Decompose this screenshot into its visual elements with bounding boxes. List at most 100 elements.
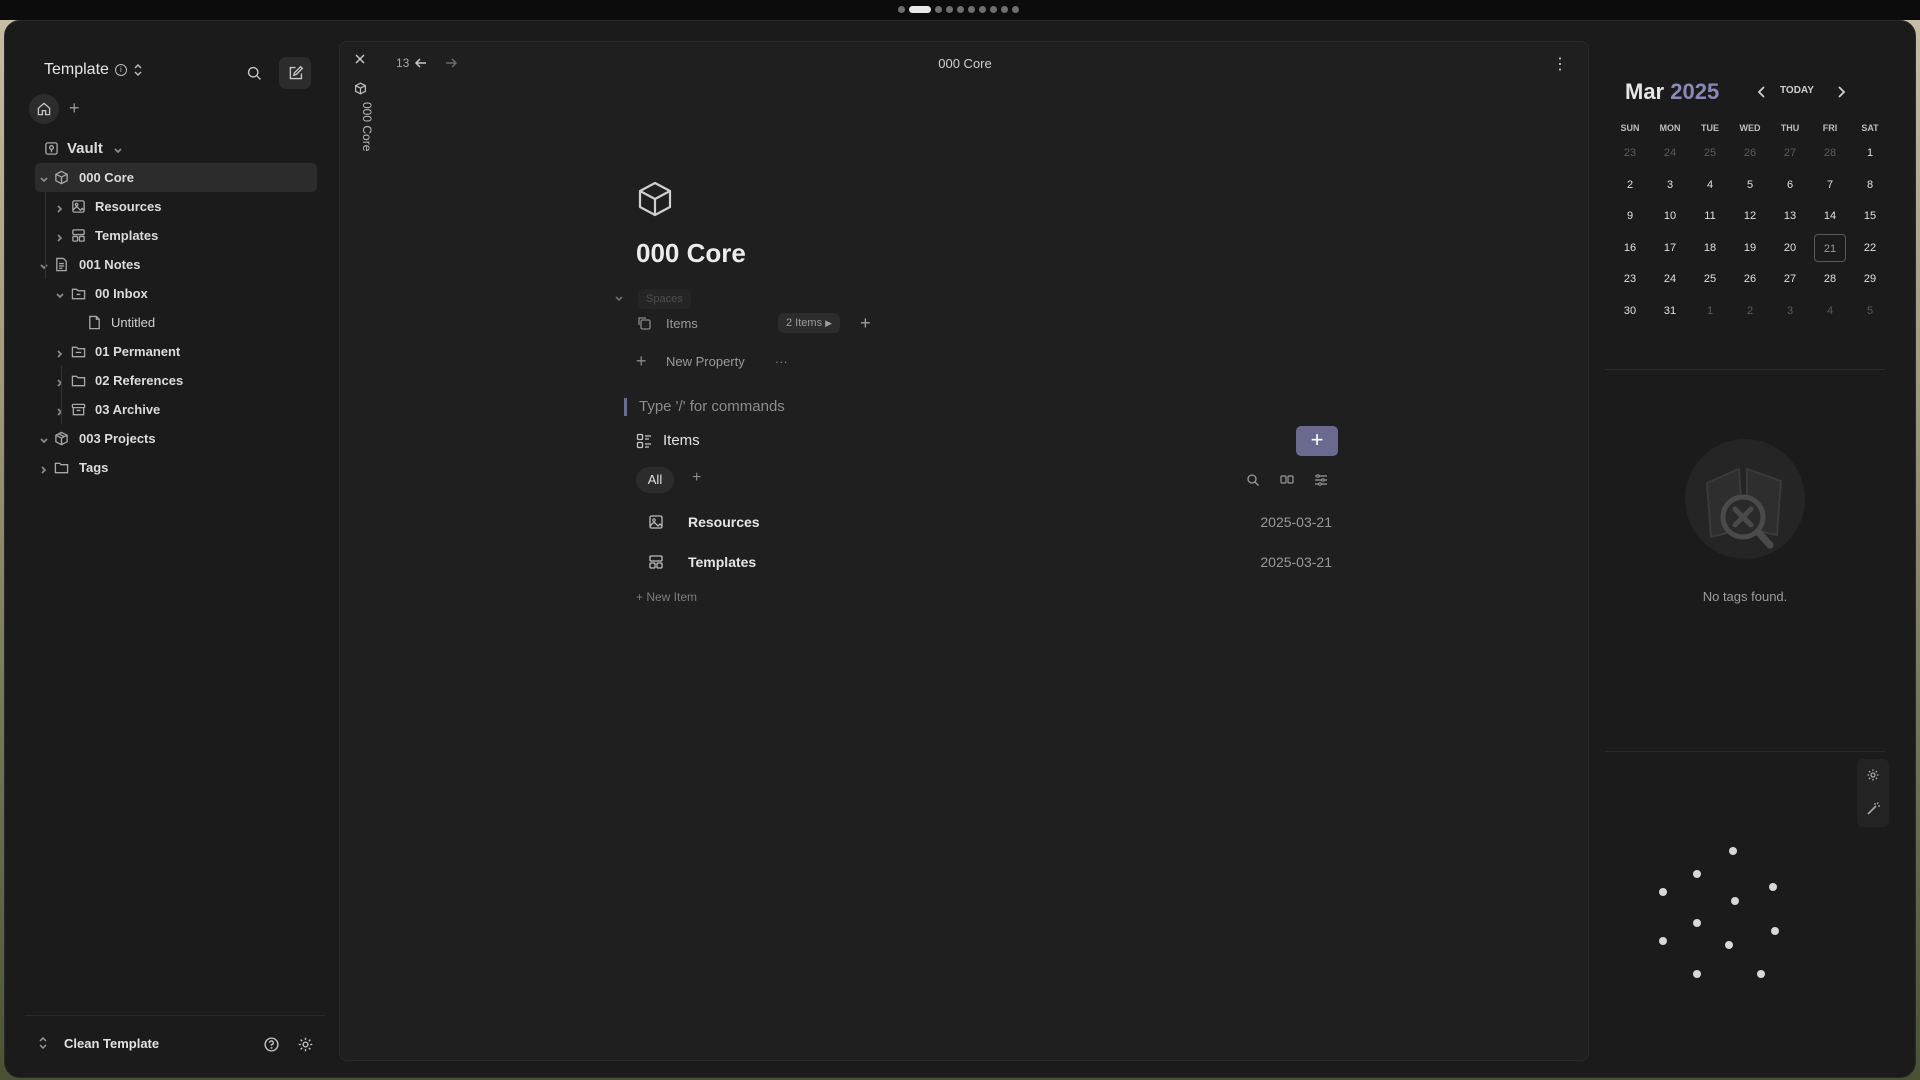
- chevron-updown-icon[interactable]: [38, 1036, 48, 1050]
- more-options-icon[interactable]: ⋮: [1552, 54, 1568, 74]
- chevron-right-icon[interactable]: [55, 347, 65, 358]
- item-name: Resources: [688, 514, 760, 530]
- command-input[interactable]: Type '/' for commands: [624, 398, 785, 416]
- graph-node[interactable]: [1659, 888, 1667, 896]
- item-name: Templates: [688, 554, 757, 570]
- play-icon: ▶: [825, 318, 833, 328]
- space-dot[interactable]: [946, 6, 953, 13]
- chevron-right-icon[interactable]: [39, 463, 49, 474]
- file-icon: [87, 315, 102, 330]
- archive-icon: [71, 402, 86, 417]
- sliders-icon[interactable]: [1314, 473, 1328, 487]
- vertical-tab-title[interactable]: 000 Core: [360, 102, 374, 151]
- graph-node[interactable]: [1769, 883, 1777, 891]
- tree-item-resources[interactable]: Resources: [35, 192, 317, 221]
- space-dot[interactable]: [1001, 6, 1008, 13]
- graph-node[interactable]: [1693, 970, 1701, 978]
- items-property-value[interactable]: 2 Items ▶: [778, 313, 841, 333]
- add-property-value-button[interactable]: +: [860, 313, 871, 334]
- chevron-right-icon[interactable]: [55, 376, 65, 387]
- cube-icon: [54, 170, 69, 185]
- tree-item-label: 003 Projects: [79, 431, 156, 446]
- page-title[interactable]: 000 Core: [636, 238, 746, 269]
- tree-item-02-references[interactable]: 02 References: [35, 366, 317, 395]
- tree-item-tags[interactable]: Tags: [35, 453, 317, 482]
- graph-node[interactable]: [1693, 870, 1701, 878]
- search-icon[interactable]: [1246, 473, 1260, 487]
- system-top-bar: [0, 0, 1920, 20]
- space-dot[interactable]: [979, 6, 986, 13]
- spaces-label[interactable]: Spaces: [638, 289, 691, 309]
- tree-item-003-projects[interactable]: 003 Projects: [35, 424, 317, 453]
- tree-item-label: 000 Core: [79, 170, 134, 185]
- space-dot[interactable]: [990, 6, 997, 13]
- copy-icon: [638, 317, 651, 330]
- settings-button[interactable]: [289, 1028, 321, 1060]
- item-date: 2025-03-21: [1260, 554, 1332, 570]
- ellipsis-icon[interactable]: ···: [775, 354, 788, 369]
- graph-node[interactable]: [1757, 970, 1765, 978]
- item-row-resources[interactable]: Resources 2025-03-21: [636, 502, 1332, 542]
- view-icon[interactable]: [1280, 473, 1294, 487]
- space-dot[interactable]: [968, 6, 975, 13]
- chevron-right-icon[interactable]: [55, 202, 65, 213]
- chevron-down-icon[interactable]: [614, 294, 624, 304]
- template-name[interactable]: Clean Template: [64, 1036, 159, 1051]
- add-view-button[interactable]: +: [692, 469, 701, 487]
- breadcrumb[interactable]: 000 Core: [340, 56, 1590, 71]
- space-dot[interactable]: [957, 6, 964, 13]
- folder-inbox-icon: [71, 286, 86, 301]
- tree-item-03-archive[interactable]: 03 Archive: [35, 395, 317, 424]
- image-icon: [649, 515, 663, 529]
- items-property-row: Items 2 Items ▶ +: [636, 310, 871, 336]
- folder-icon: [54, 460, 69, 475]
- help-button[interactable]: [255, 1028, 287, 1060]
- tree-item-untitled[interactable]: Untitled: [35, 308, 317, 337]
- tree-item-001-notes[interactable]: 001 Notes: [35, 250, 317, 279]
- search-button[interactable]: [238, 57, 270, 89]
- space-dot-active[interactable]: [909, 6, 931, 13]
- filter-all-tab[interactable]: All: [636, 467, 674, 493]
- tree-item-vault[interactable]: Vault: [35, 133, 317, 163]
- chevron-right-icon[interactable]: [55, 231, 65, 242]
- new-property-row[interactable]: + New Property ···: [636, 348, 788, 374]
- tree-item-00-inbox[interactable]: 00 Inbox: [35, 279, 317, 308]
- list-icon: [636, 433, 651, 449]
- graph-view[interactable]: [1595, 41, 1905, 1061]
- workspace-switcher[interactable]: Template i: [44, 61, 143, 79]
- info-icon[interactable]: i: [114, 64, 127, 76]
- chevron-right-icon[interactable]: [55, 405, 65, 416]
- tree-guide-line: [45, 192, 46, 279]
- edit-icon: [289, 65, 303, 79]
- graph-node[interactable]: [1729, 847, 1737, 855]
- chevron-down-icon[interactable]: [39, 260, 49, 270]
- graph-node[interactable]: [1771, 927, 1779, 935]
- home-button[interactable]: [29, 94, 59, 124]
- chevron-updown-icon: [134, 63, 142, 77]
- chevron-down-icon[interactable]: [39, 173, 49, 183]
- chevron-down-icon[interactable]: [113, 143, 123, 154]
- plus-icon: +: [636, 350, 647, 371]
- chevron-down-icon[interactable]: [55, 289, 65, 299]
- tree-item-templates[interactable]: Templates: [35, 221, 317, 250]
- graph-node[interactable]: [1659, 937, 1667, 945]
- space-indicator: [898, 6, 1019, 13]
- add-tab-button[interactable]: +: [69, 99, 80, 117]
- space-dot[interactable]: [935, 6, 942, 13]
- graph-node[interactable]: [1725, 941, 1733, 949]
- graph-node[interactable]: [1731, 897, 1739, 905]
- graph-node[interactable]: [1693, 919, 1701, 927]
- items-count-label: 2 Items: [786, 317, 823, 329]
- tree-item-000-core[interactable]: 000 Core: [35, 163, 317, 192]
- cube-icon: [638, 181, 672, 217]
- tree-item-01-permanent[interactable]: 01 Permanent: [35, 337, 317, 366]
- tree-item-label: Resources: [95, 199, 162, 214]
- add-item-button[interactable]: +: [1296, 426, 1338, 456]
- new-item-button[interactable]: + New Item: [636, 590, 697, 604]
- space-dot[interactable]: [1012, 6, 1019, 13]
- folder-icon: [71, 344, 86, 359]
- new-note-button[interactable]: [279, 57, 311, 89]
- space-dot[interactable]: [898, 6, 905, 13]
- chevron-down-icon[interactable]: [39, 434, 49, 444]
- item-row-templates[interactable]: Templates 2025-03-21: [636, 542, 1332, 582]
